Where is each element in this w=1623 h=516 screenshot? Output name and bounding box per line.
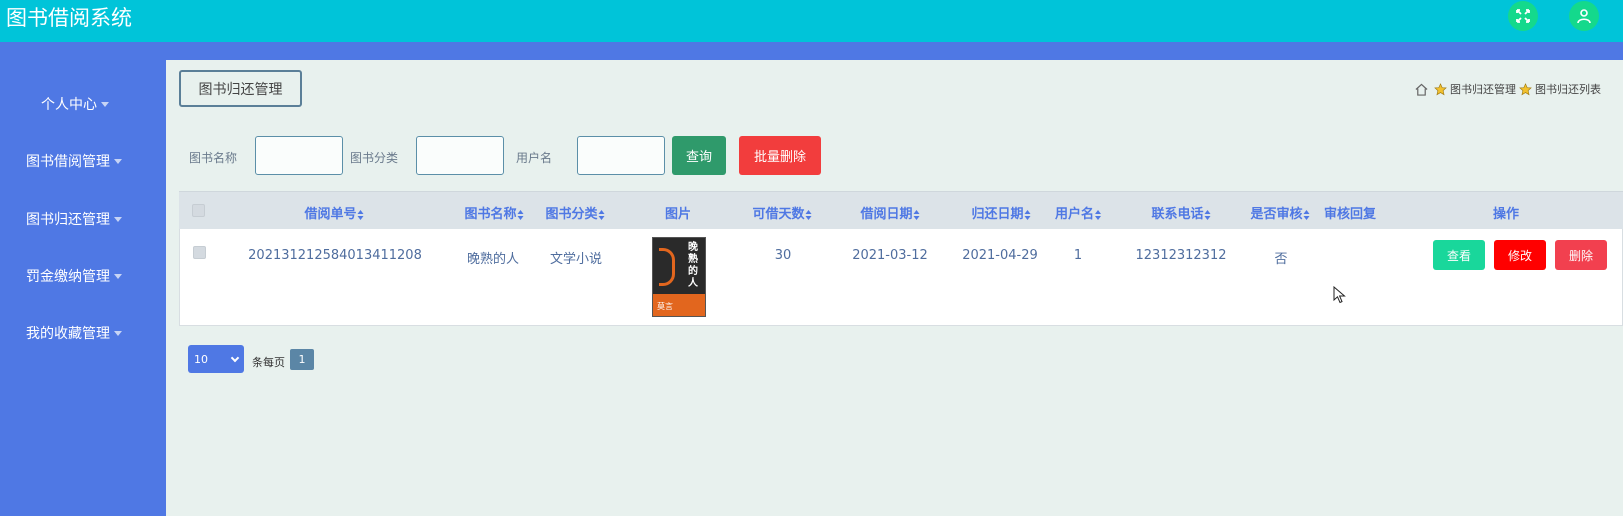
- sort-icon: [1024, 209, 1031, 220]
- header-band: [0, 42, 1623, 60]
- page-number-button[interactable]: 1: [290, 349, 314, 370]
- sort-icon: [913, 209, 920, 220]
- chevron-down-icon: [230, 353, 240, 363]
- sidebar-item-label: 个人中心: [41, 97, 97, 113]
- per-page-label: 条每页: [252, 356, 285, 369]
- column-header-image: 图片: [664, 207, 692, 222]
- page-size-value: 10: [194, 352, 208, 366]
- cover-graphic: [659, 248, 675, 286]
- breadcrumb: 图书归还管理 图书归还列表: [1415, 81, 1601, 97]
- sidebar-item-label: 图书归还管理: [26, 212, 110, 228]
- sort-icon: [805, 209, 812, 220]
- username-label: 用户名: [516, 151, 553, 165]
- sort-icon: [1204, 209, 1211, 220]
- cover-title: 晚熟的人: [688, 242, 698, 289]
- query-button[interactable]: 查询: [672, 136, 726, 175]
- sort-icon: [517, 209, 524, 220]
- star-icon: [1434, 82, 1447, 95]
- view-button[interactable]: 查看: [1433, 240, 1485, 270]
- column-header-phone[interactable]: 联系电话: [1151, 203, 1211, 222]
- column-header-days[interactable]: 可借天数: [752, 203, 812, 222]
- user-icon[interactable]: [1569, 1, 1599, 31]
- book-name-input[interactable]: [255, 136, 343, 175]
- category-label: 图书分类: [350, 151, 399, 165]
- cell-username: 1: [1073, 248, 1083, 263]
- book-name-label: 图书名称: [189, 151, 238, 165]
- column-header-reply: 审核回复: [1323, 207, 1377, 222]
- sidebar-item-borrow[interactable]: 图书借阅管理: [0, 146, 166, 176]
- cell-days: 30: [774, 248, 792, 263]
- column-header-book-name[interactable]: 图书名称: [464, 203, 524, 222]
- sort-icon: [1303, 209, 1310, 220]
- username-input[interactable]: [577, 136, 665, 175]
- chevron-down-icon: [114, 330, 122, 336]
- home-icon[interactable]: [1415, 83, 1428, 96]
- cell-borrow-date: 2021-03-12: [852, 248, 928, 263]
- column-header-reviewed[interactable]: 是否审核: [1250, 203, 1310, 222]
- mouse-cursor-icon: [1333, 286, 1346, 304]
- cover-author: 莫言: [657, 302, 673, 311]
- sort-icon: [357, 209, 364, 220]
- breadcrumb-item[interactable]: 图书归还管理: [1450, 81, 1516, 97]
- breadcrumb-item: 图书归还列表: [1535, 83, 1601, 96]
- sidebar-item-fines[interactable]: 罚金缴纳管理: [0, 261, 166, 291]
- column-header-return-date[interactable]: 归还日期: [971, 203, 1031, 222]
- cell-reviewed: 否: [1274, 252, 1288, 267]
- cell-return-date: 2021-04-29: [962, 248, 1038, 263]
- sidebar-item-return[interactable]: 图书归还管理: [0, 204, 166, 234]
- column-header-username[interactable]: 用户名: [1055, 203, 1102, 222]
- page-size-select[interactable]: 10: [188, 345, 244, 373]
- cell-borrow-no: 202131212584013411208: [248, 248, 422, 263]
- delete-button[interactable]: 删除: [1555, 240, 1607, 270]
- page-title-tab[interactable]: 图书归还管理: [179, 70, 302, 107]
- book-cover-image[interactable]: 晚熟的人 莫言: [652, 237, 706, 317]
- top-bar: 图书借阅系统: [0, 0, 1623, 42]
- sidebar-item-favorites[interactable]: 我的收藏管理: [0, 318, 166, 348]
- cell-category: 文学小说: [549, 252, 603, 267]
- sort-icon: [1095, 209, 1102, 220]
- select-all-checkbox[interactable]: [192, 204, 205, 217]
- category-input[interactable]: [416, 136, 504, 175]
- column-header-category[interactable]: 图书分类: [545, 203, 605, 222]
- chevron-down-icon: [114, 158, 122, 164]
- sort-icon: [598, 209, 605, 220]
- table-body: 202131212584013411208 晚熟的人 文学小说 晚熟的人 莫言 …: [179, 229, 1623, 326]
- sidebar-item-label: 图书借阅管理: [26, 154, 110, 170]
- cell-book-name: 晚熟的人: [466, 252, 520, 267]
- fullscreen-icon[interactable]: [1508, 1, 1538, 31]
- column-header-borrow-date[interactable]: 借阅日期: [860, 203, 920, 222]
- cell-phone: 12312312312: [1135, 248, 1227, 263]
- column-header-actions: 操作: [1492, 207, 1520, 222]
- sidebar-item-label: 罚金缴纳管理: [26, 269, 110, 285]
- sidebar: 个人中心 图书借阅管理 图书归还管理 罚金缴纳管理 我的收藏管理: [0, 60, 166, 516]
- star-icon: [1519, 82, 1532, 95]
- sidebar-item-label: 我的收藏管理: [26, 326, 110, 342]
- sidebar-item-profile[interactable]: 个人中心: [0, 89, 166, 119]
- chevron-down-icon: [101, 101, 109, 107]
- column-header-borrow-no[interactable]: 借阅单号: [304, 203, 364, 222]
- edit-button[interactable]: 修改: [1494, 240, 1546, 270]
- batch-delete-button[interactable]: 批量删除: [739, 136, 821, 175]
- chevron-down-icon: [114, 273, 122, 279]
- chevron-down-icon: [114, 216, 122, 222]
- app-title: 图书借阅系统: [6, 6, 132, 30]
- table-header: 借阅单号 图书名称 图书分类 图片 可借天数 借阅日期 归还日期 用户名 联系电…: [179, 191, 1623, 229]
- row-checkbox[interactable]: [193, 246, 206, 259]
